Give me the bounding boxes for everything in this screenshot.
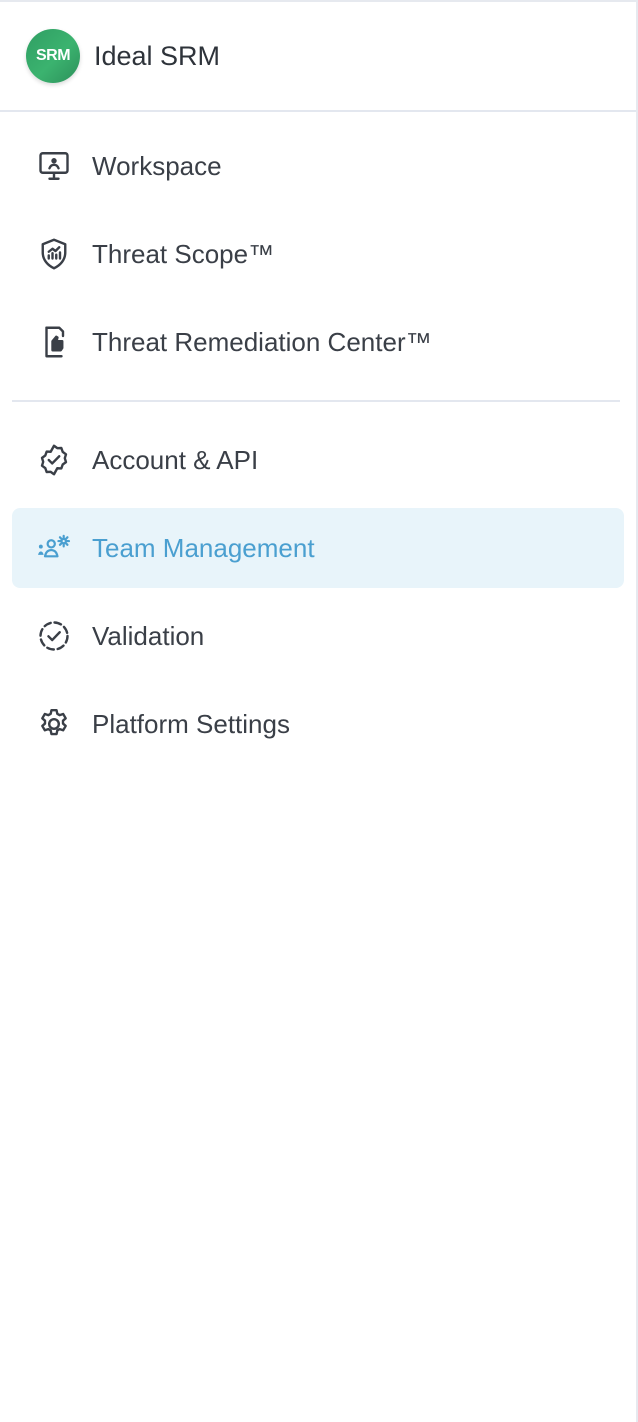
- nav-item-validation[interactable]: Validation: [12, 596, 624, 676]
- nav-label: Workspace: [92, 150, 222, 181]
- nav-item-team-management[interactable]: Team Management: [12, 508, 624, 588]
- nav-item-workspace[interactable]: Workspace: [12, 126, 624, 206]
- document-hand-icon: [36, 324, 72, 360]
- nav-label: Threat Scope™: [92, 238, 275, 269]
- gear-icon: [36, 706, 72, 742]
- nav-label: Account & API: [92, 444, 259, 475]
- team-gear-icon: [36, 530, 72, 566]
- secondary-nav: Account & API Team Management Validation…: [0, 420, 636, 764]
- monitor-user-icon: [36, 148, 72, 184]
- nav-item-threat-scope[interactable]: Threat Scope™: [12, 214, 624, 294]
- dashed-check-icon: [36, 618, 72, 654]
- sidebar: SRM Ideal SRM Workspace Threat Scope™ Th…: [0, 0, 638, 1422]
- brand-name: Ideal SRM: [94, 40, 221, 71]
- nav-label: Team Management: [92, 532, 315, 563]
- nav-label: Validation: [92, 620, 205, 651]
- primary-nav: Workspace Threat Scope™ Threat Remediati…: [0, 112, 636, 382]
- nav-divider: [12, 400, 620, 402]
- badge-check-icon: [36, 442, 72, 478]
- brand-logo: SRM: [26, 29, 80, 83]
- nav-item-account-api[interactable]: Account & API: [12, 420, 624, 500]
- brand-header[interactable]: SRM Ideal SRM: [0, 2, 636, 112]
- nav-label: Platform Settings: [92, 708, 290, 739]
- nav-label: Threat Remediation Center™: [92, 326, 432, 357]
- nav-item-threat-remediation-center[interactable]: Threat Remediation Center™: [12, 302, 624, 382]
- shield-chart-icon: [36, 236, 72, 272]
- nav-item-platform-settings[interactable]: Platform Settings: [12, 684, 624, 764]
